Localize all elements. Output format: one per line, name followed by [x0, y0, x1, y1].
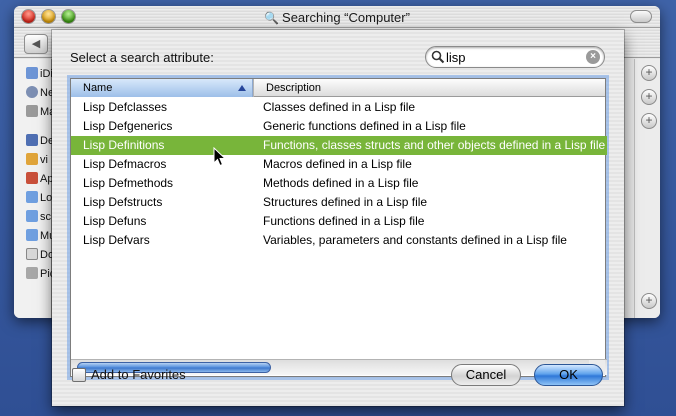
attribute-search-field[interactable]: ×: [425, 46, 605, 68]
add-criterion-button[interactable]: +: [641, 293, 657, 309]
finder-titlebar: 🔍 Searching “Computer”: [14, 6, 660, 28]
hard-drive-icon: [26, 105, 38, 117]
table-row[interactable]: Lisp Defmacros Macros defined in a Lisp …: [71, 155, 607, 174]
folder-icon: [26, 229, 38, 241]
sidebar-item[interactable]: Documents: [26, 248, 52, 264]
sidebar-item[interactable]: Mac: [26, 105, 52, 121]
add-criterion-button[interactable]: +: [641, 89, 657, 105]
table-row[interactable]: Lisp Defclasses Classes defined in a Lis…: [71, 98, 607, 117]
sort-ascending-icon: [238, 85, 246, 91]
documents-icon: [26, 248, 38, 260]
add-criterion-button[interactable]: +: [641, 113, 657, 129]
table-row[interactable]: Lisp Defuns Functions defined in a Lisp …: [71, 212, 607, 231]
cell-description: Functions, classes structs and other obj…: [263, 138, 606, 152]
magnifier-icon: 🔍: [264, 11, 280, 25]
cell-description: Classes defined in a Lisp file: [263, 100, 416, 114]
search-attribute-sheet: Select a search attribute: × Name Descri…: [52, 30, 624, 406]
pictures-icon: [26, 267, 38, 279]
cell-name: Lisp Defvars: [83, 233, 150, 247]
magnifier-icon: [431, 50, 445, 64]
cell-name: Lisp Defgenerics: [83, 119, 173, 133]
cell-description: Macros defined in a Lisp file: [263, 157, 412, 171]
window-title: 🔍 Searching “Computer”: [264, 10, 410, 25]
sidebar-item[interactable]: Network: [26, 86, 52, 102]
table-row[interactable]: Lisp Defmethods Methods defined in a Lis…: [71, 174, 607, 193]
applications-icon: [26, 172, 38, 184]
toolbar-toggle-button[interactable]: [630, 10, 652, 23]
sidebar-item[interactable]: Pictures: [26, 267, 52, 283]
sidebar-item[interactable]: vi: [26, 153, 52, 169]
home-icon: [26, 153, 38, 165]
table-row[interactable]: Lisp Defgenerics Generic functions defin…: [71, 117, 607, 136]
table-row[interactable]: Lisp Defvars Variables, parameters and c…: [71, 231, 607, 250]
sidebar-item[interactable]: Applications: [26, 172, 52, 188]
folder-icon: [26, 191, 38, 203]
idisk-icon: [26, 67, 38, 79]
sidebar-item[interactable]: Music: [26, 229, 52, 245]
cell-description: Variables, parameters and constants defi…: [263, 233, 567, 247]
table-header: Name Description: [71, 79, 605, 97]
cell-name: Lisp Definitions: [83, 138, 165, 152]
sidebar-item[interactable]: sc: [26, 210, 52, 226]
table-row-selected[interactable]: Lisp Definitions Functions, classes stru…: [71, 136, 607, 155]
cell-name: Lisp Defstructs: [83, 195, 163, 209]
network-icon: [26, 86, 38, 98]
attribute-table: Name Description Lisp Defclasses Classes…: [70, 78, 607, 377]
add-to-favorites-checkbox[interactable]: [72, 368, 86, 382]
cell-name: Lisp Defmacros: [83, 157, 167, 171]
finder-sidebar: iDisk Network Mac Desktop vi Application…: [14, 59, 52, 318]
desktop-icon: [26, 134, 38, 146]
table-row[interactable]: Lisp Defstructs Structures defined in a …: [71, 193, 607, 212]
criteria-buttons-column: + + + +: [634, 59, 660, 318]
folder-icon: [26, 210, 38, 222]
add-to-favorites-label: Add to Favorites: [91, 367, 186, 382]
table-body: Lisp Defclasses Classes defined in a Lis…: [71, 98, 607, 348]
cell-name: Lisp Defclasses: [83, 100, 168, 114]
sheet-prompt: Select a search attribute:: [70, 50, 214, 65]
ok-button[interactable]: OK: [534, 364, 603, 386]
back-button[interactable]: ◀: [24, 34, 48, 54]
add-criterion-button[interactable]: +: [641, 65, 657, 81]
sidebar-item[interactable]: iDisk: [26, 67, 52, 83]
cell-name: Lisp Defmethods: [83, 176, 174, 190]
column-header-description[interactable]: Description: [253, 79, 607, 97]
cell-description: Methods defined in a Lisp file: [263, 176, 419, 190]
sidebar-item[interactable]: Desktop: [26, 134, 52, 150]
cell-description: Generic functions defined in a Lisp file: [263, 119, 466, 133]
cell-name: Lisp Defuns: [83, 214, 147, 228]
cancel-button[interactable]: Cancel: [451, 364, 521, 386]
column-header-name[interactable]: Name: [71, 79, 253, 97]
cell-description: Structures defined in a Lisp file: [263, 195, 428, 209]
cell-description: Functions defined in a Lisp file: [263, 214, 425, 228]
mouse-pointer-icon: [213, 147, 227, 167]
clear-icon[interactable]: ×: [586, 50, 600, 64]
sidebar-item[interactable]: Local: [26, 191, 52, 207]
search-input[interactable]: [446, 49, 582, 65]
